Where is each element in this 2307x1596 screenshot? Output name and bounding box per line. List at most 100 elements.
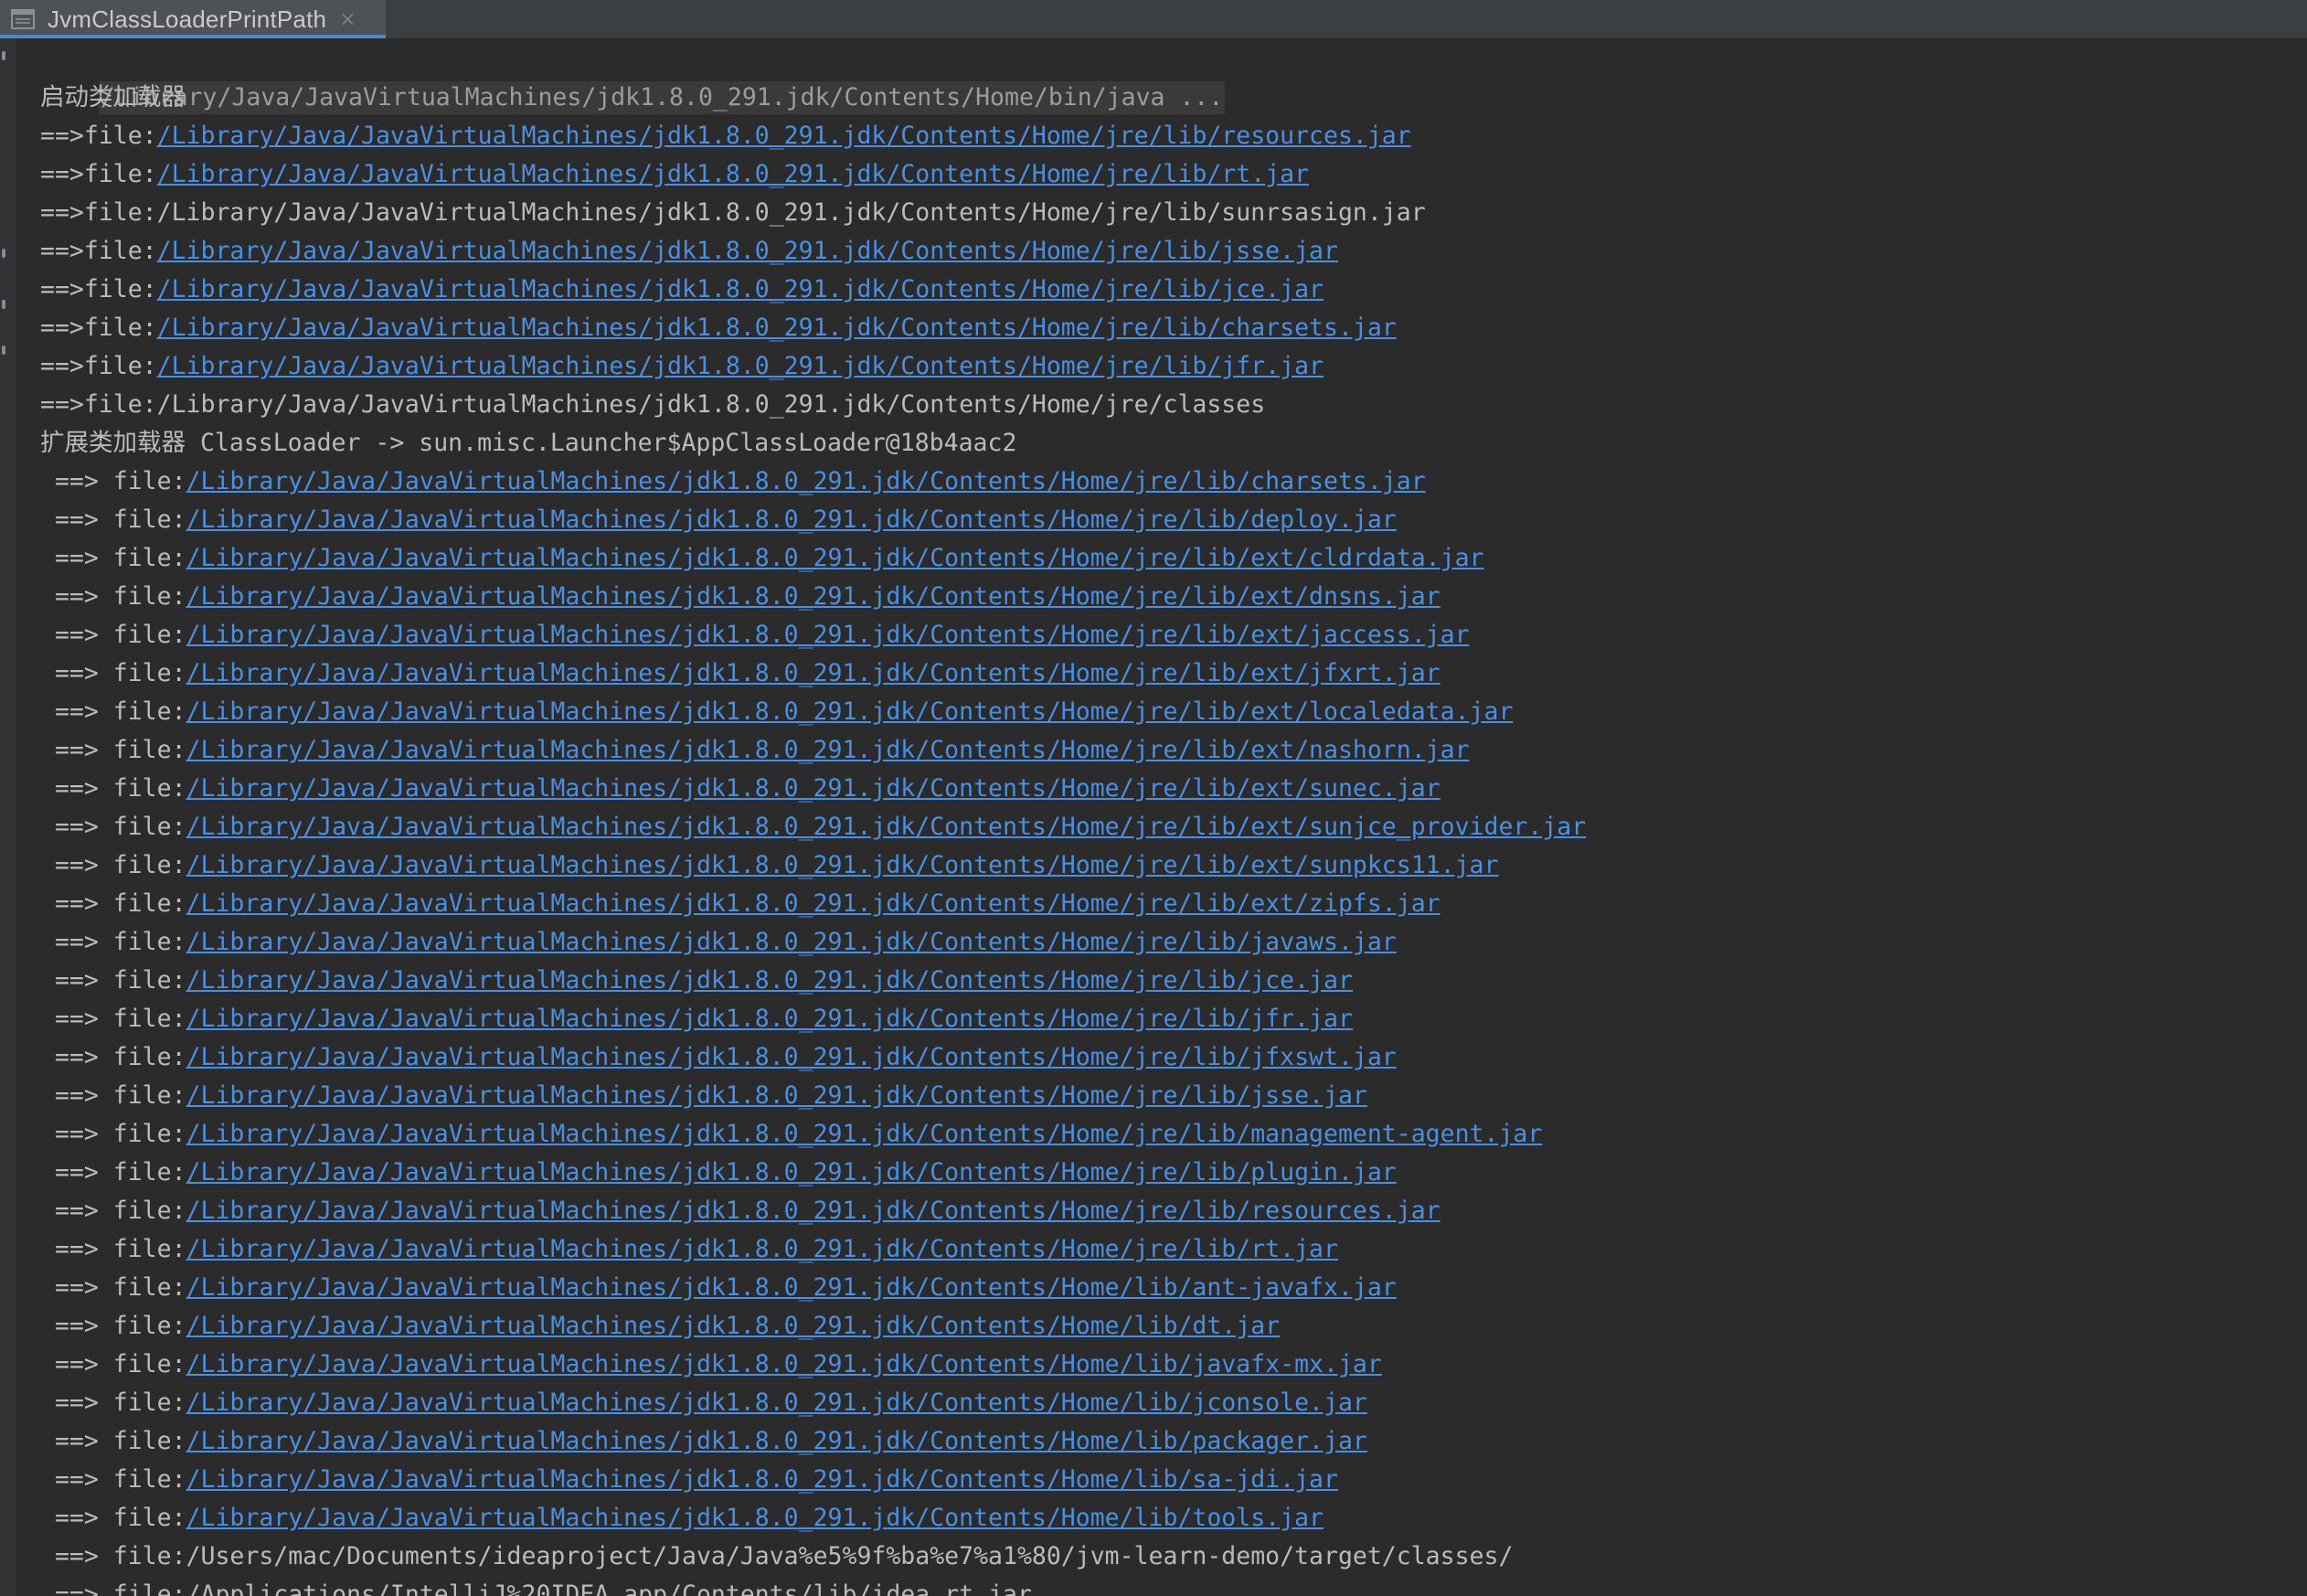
console-line: ==> file:/Library/Java/JavaVirtualMachin…: [40, 1346, 2307, 1384]
console-line: ==> file:/Library/Java/JavaVirtualMachin…: [40, 923, 2307, 962]
line-prefix: ==> file:: [40, 1580, 186, 1596]
console-line: ==>file:/Library/Java/JavaVirtualMachine…: [40, 155, 2307, 194]
file-path-link[interactable]: /Library/Java/JavaVirtualMachines/jdk1.8…: [186, 774, 1441, 803]
file-path-link[interactable]: /Library/Java/JavaVirtualMachines/jdk1.8…: [186, 582, 1441, 611]
console-line: ==>file:/Library/Java/JavaVirtualMachine…: [40, 386, 2307, 424]
tab-run-console[interactable]: JvmClassLoaderPrintPath ×: [0, 0, 386, 38]
file-path-link[interactable]: /Library/Java/JavaVirtualMachines/jdk1.8…: [186, 1350, 1382, 1378]
file-path-link[interactable]: /Library/Java/JavaVirtualMachines/jdk1.8…: [186, 659, 1441, 687]
line-prefix: 启动类加载器: [40, 83, 186, 112]
console-line: ==> file:/Library/Java/JavaVirtualMachin…: [40, 1000, 2307, 1038]
file-path-link[interactable]: /Library/Java/JavaVirtualMachines/jdk1.8…: [186, 889, 1441, 918]
line-prefix: ==> file:: [40, 1504, 186, 1532]
file-path-link[interactable]: /Library/Java/JavaVirtualMachines/jdk1.8…: [186, 1427, 1367, 1455]
line-prefix: ==> file:: [40, 582, 186, 611]
file-path-link[interactable]: /Library/Java/JavaVirtualMachines/jdk1.8…: [186, 544, 1484, 572]
file-path-link[interactable]: /Library/Java/JavaVirtualMachines/jdk1.8…: [186, 851, 1499, 879]
console-command-line: /Library/Java/JavaVirtualMachines/jdk1.8…: [40, 40, 2307, 114]
console-line: ==> file:/Library/Java/JavaVirtualMachin…: [40, 731, 2307, 770]
line-prefix: ==> file:: [40, 1273, 186, 1302]
console-line: ==>file:/Library/Java/JavaVirtualMachine…: [40, 309, 2307, 347]
line-prefix: ==>file:: [40, 237, 157, 265]
run-marker-icon: [2, 51, 5, 60]
line-prefix: ==> file:: [40, 505, 186, 534]
file-path-link[interactable]: /Library/Java/JavaVirtualMachines/jdk1.8…: [186, 1158, 1397, 1186]
file-path-link[interactable]: /Library/Java/JavaVirtualMachines/jdk1.8…: [186, 736, 1470, 764]
line-prefix: ==> file:: [40, 928, 186, 956]
file-path-link[interactable]: /Library/Java/JavaVirtualMachines/jdk1.8…: [186, 505, 1397, 534]
gutter-marker-icon: [2, 347, 5, 353]
file-path-link[interactable]: /Library/Java/JavaVirtualMachines/jdk1.8…: [186, 1504, 1324, 1532]
console-line: ==> file:/Library/Java/JavaVirtualMachin…: [40, 885, 2307, 923]
file-path-text: /Library/Java/JavaVirtualMachines/jdk1.8…: [156, 390, 1266, 419]
console-gutter: [0, 38, 17, 1596]
file-path-link[interactable]: /Library/Java/JavaVirtualMachines/jdk1.8…: [186, 621, 1470, 649]
file-path-link[interactable]: /Library/Java/JavaVirtualMachines/jdk1.8…: [186, 1005, 1353, 1033]
file-path-link[interactable]: /Library/Java/JavaVirtualMachines/jdk1.8…: [186, 813, 1587, 841]
console-line: ==> file:/Library/Java/JavaVirtualMachin…: [40, 1269, 2307, 1307]
console-line: ==> file:/Library/Java/JavaVirtualMachin…: [40, 693, 2307, 731]
file-path-link[interactable]: /Library/Java/JavaVirtualMachines/jdk1.8…: [186, 1235, 1338, 1263]
file-path-link[interactable]: /Library/Java/JavaVirtualMachines/jdk1.8…: [186, 1043, 1397, 1071]
file-path-link[interactable]: /Library/Java/JavaVirtualMachines/jdk1.8…: [186, 1312, 1281, 1340]
console-line: ==> file:/Library/Java/JavaVirtualMachin…: [40, 1422, 2307, 1461]
line-prefix: ==> file:: [40, 659, 186, 687]
console-lines: 启动类加载器 ==>file:/Library/Java/JavaVirtualM…: [40, 79, 2307, 1596]
file-path-text: /Applications/IntelliJ%20IDEA.app/Conten…: [186, 1580, 1032, 1596]
line-prefix: ==> file:: [40, 851, 186, 879]
line-prefix: ==> file:: [40, 736, 186, 764]
file-path-link[interactable]: /Library/Java/JavaVirtualMachines/jdk1.8…: [186, 1389, 1367, 1417]
line-prefix: ==>file:: [40, 122, 157, 150]
line-prefix: ==> file:: [40, 1312, 186, 1340]
line-prefix: ==> file:: [40, 467, 186, 495]
line-prefix: ==>file:: [40, 352, 157, 380]
file-path-link[interactable]: /Library/Java/JavaVirtualMachines/jdk1.8…: [186, 467, 1426, 495]
file-path-link[interactable]: /Library/Java/JavaVirtualMachines/jdk1.8…: [186, 966, 1353, 995]
console-line: ==> file:/Library/Java/JavaVirtualMachin…: [40, 1115, 2307, 1154]
file-path-link[interactable]: /Library/Java/JavaVirtualMachines/jdk1.8…: [157, 160, 1309, 188]
console-window-icon: [11, 8, 35, 30]
line-prefix: ==> file:: [40, 1120, 186, 1148]
line-prefix: ==>file:: [40, 198, 157, 227]
file-path-link[interactable]: /Library/Java/JavaVirtualMachines/jdk1.8…: [186, 1273, 1397, 1302]
command-text[interactable]: /Library/Java/JavaVirtualMachines/jdk1.8…: [98, 81, 1226, 114]
tool-window-tabbar: JvmClassLoaderPrintPath ×: [0, 0, 2307, 38]
file-path-link[interactable]: /Library/Java/JavaVirtualMachines/jdk1.8…: [186, 1465, 1338, 1494]
console-line: ==> file:/Library/Java/JavaVirtualMachin…: [40, 1461, 2307, 1499]
file-path-link[interactable]: /Library/Java/JavaVirtualMachines/jdk1.8…: [157, 237, 1338, 265]
console-line: ==> file:/Library/Java/JavaVirtualMachin…: [40, 770, 2307, 808]
console-line: ==> file:/Library/Java/JavaVirtualMachin…: [40, 1038, 2307, 1077]
line-prefix: ==> file:: [40, 1542, 186, 1570]
file-path-link[interactable]: /Library/Java/JavaVirtualMachines/jdk1.8…: [157, 352, 1324, 380]
file-path-link[interactable]: /Library/Java/JavaVirtualMachines/jdk1.8…: [186, 1197, 1441, 1225]
console-line: ==> file:/Library/Java/JavaVirtualMachin…: [40, 616, 2307, 654]
file-path-link[interactable]: /Library/Java/JavaVirtualMachines/jdk1.8…: [157, 275, 1324, 303]
file-path-link[interactable]: /Library/Java/JavaVirtualMachines/jdk1.8…: [186, 1120, 1543, 1148]
file-path-link[interactable]: /Library/Java/JavaVirtualMachines/jdk1.8…: [186, 928, 1397, 956]
close-icon[interactable]: ×: [339, 8, 356, 31]
file-path-link[interactable]: /Library/Java/JavaVirtualMachines/jdk1.8…: [186, 1081, 1367, 1110]
console-line: ==> file:/Library/Java/JavaVirtualMachin…: [40, 846, 2307, 885]
console-line: ==> file:/Library/Java/JavaVirtualMachin…: [40, 808, 2307, 846]
console-line: ==> file:/Library/Java/JavaVirtualMachin…: [40, 463, 2307, 501]
console-line: ==>file:/Library/Java/JavaVirtualMachine…: [40, 117, 2307, 155]
console-output[interactable]: /Library/Java/JavaVirtualMachines/jdk1.8…: [40, 40, 2307, 1596]
file-path-link[interactable]: /Library/Java/JavaVirtualMachines/jdk1.8…: [186, 697, 1514, 726]
line-prefix: ==>file:: [40, 390, 157, 419]
console-line: ==> file:/Library/Java/JavaVirtualMachin…: [40, 578, 2307, 616]
console-line: 扩展类加载器 ClassLoader -> sun.misc.Launcher$…: [40, 424, 2307, 463]
file-path-link[interactable]: /Library/Java/JavaVirtualMachines/jdk1.8…: [157, 314, 1397, 342]
console-line: ==>file:/Library/Java/JavaVirtualMachine…: [40, 232, 2307, 271]
line-prefix: ==>file:: [40, 314, 157, 342]
console-line: ==> file:/Library/Java/JavaVirtualMachin…: [40, 501, 2307, 539]
file-path-link[interactable]: /Library/Java/JavaVirtualMachines/jdk1.8…: [157, 122, 1411, 150]
file-path-text: /Library/Java/JavaVirtualMachines/jdk1.8…: [156, 198, 1426, 227]
console-line: ==> file:/Library/Java/JavaVirtualMachin…: [40, 962, 2307, 1000]
console-line: ==> file:/Library/Java/JavaVirtualMachin…: [40, 1499, 2307, 1537]
line-prefix: 扩展类加载器 ClassLoader -> sun.misc.Launcher$…: [40, 429, 1017, 457]
line-prefix: ==> file:: [40, 1465, 186, 1494]
file-path-text: /Users/mac/Documents/ideaproject/Java/Ja…: [186, 1542, 1514, 1570]
line-prefix: ==> file:: [40, 774, 186, 803]
console-line: ==>file:/Library/Java/JavaVirtualMachine…: [40, 194, 2307, 232]
line-prefix: ==> file:: [40, 1081, 186, 1110]
